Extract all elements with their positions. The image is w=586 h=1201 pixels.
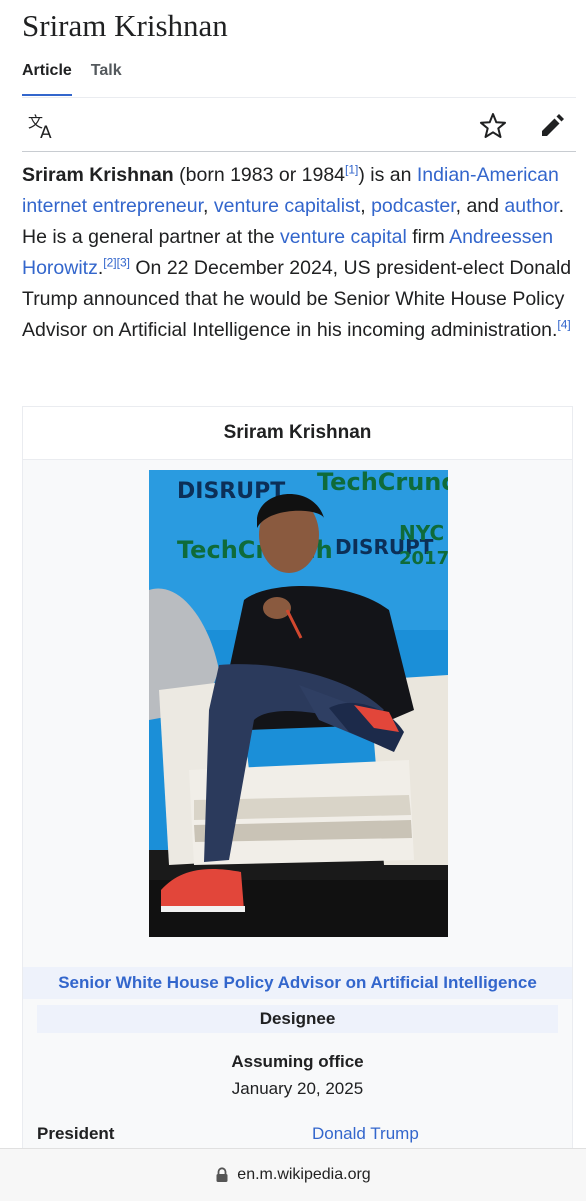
president-link[interactable]: Donald Trump (312, 1124, 419, 1144)
signage-year: 2017 (399, 548, 448, 569)
link-podcaster[interactable]: podcaster (371, 195, 456, 217)
translate-icon[interactable]: 文 A (26, 110, 58, 143)
namespace-tabs: Article Talk (22, 62, 141, 98)
designee-header: Designee (37, 1005, 558, 1033)
tab-article[interactable]: Article (22, 62, 72, 96)
lead-text: , and (455, 195, 505, 217)
reference-link-3[interactable]: [3] (117, 256, 130, 270)
link-indian-american[interactable]: Indian-American (417, 164, 559, 186)
svg-text:A: A (40, 123, 52, 142)
president-label: President (37, 1124, 115, 1143)
page-title: Sriram Krishnan (22, 8, 228, 43)
star-icon[interactable] (477, 110, 509, 142)
page-actions-toolbar: 文 A (22, 104, 574, 146)
pencil-icon[interactable] (536, 110, 568, 142)
link-venture-capitalist[interactable]: venture capitalist (214, 195, 360, 217)
toolbar-divider (22, 151, 576, 152)
signage-techcrunch: TechCrunch (317, 470, 448, 496)
lead-text: (born 1983 or 1984 (173, 164, 346, 186)
lead-paragraph: Sriram Krishnan (born 1983 or 1984[1]) i… (22, 160, 578, 346)
link-internet-entrepreneur[interactable]: internet entrepreneur (22, 195, 203, 217)
lead-text: , (203, 195, 214, 217)
assuming-office-date: January 20, 2025 (231, 1079, 364, 1098)
lock-icon (215, 1167, 229, 1183)
infobox: Sriram Krishnan DISRUPT TechCrunch TechC… (22, 406, 573, 1200)
office-title-link[interactable]: Senior White House Policy Advisor on Art… (23, 967, 572, 999)
reference-link-2[interactable]: [2] (103, 256, 116, 270)
lead-text: ) is an (358, 164, 417, 186)
lead-text: firm (406, 226, 450, 248)
portrait-photo[interactable]: DISRUPT TechCrunch TechCrunch DISRUPT NY… (149, 470, 448, 937)
reference-link-1[interactable]: [1] (345, 163, 358, 177)
lead-text: , (360, 195, 372, 217)
infobox-title: Sriram Krishnan (23, 407, 572, 460)
tabs-divider (22, 97, 576, 98)
assuming-office-label: Assuming office (231, 1052, 364, 1071)
reference-link-4[interactable]: [4] (557, 318, 570, 332)
signage-nyc: NYC (399, 521, 444, 545)
article-subject: Sriram Krishnan (22, 164, 174, 186)
tab-talk[interactable]: Talk (91, 62, 122, 98)
browser-url-bar[interactable]: en.m.wikipedia.org (0, 1148, 586, 1201)
link-venture-capital[interactable]: venture capital (280, 226, 407, 248)
url-text: en.m.wikipedia.org (237, 1166, 371, 1183)
link-author[interactable]: author (504, 195, 558, 217)
